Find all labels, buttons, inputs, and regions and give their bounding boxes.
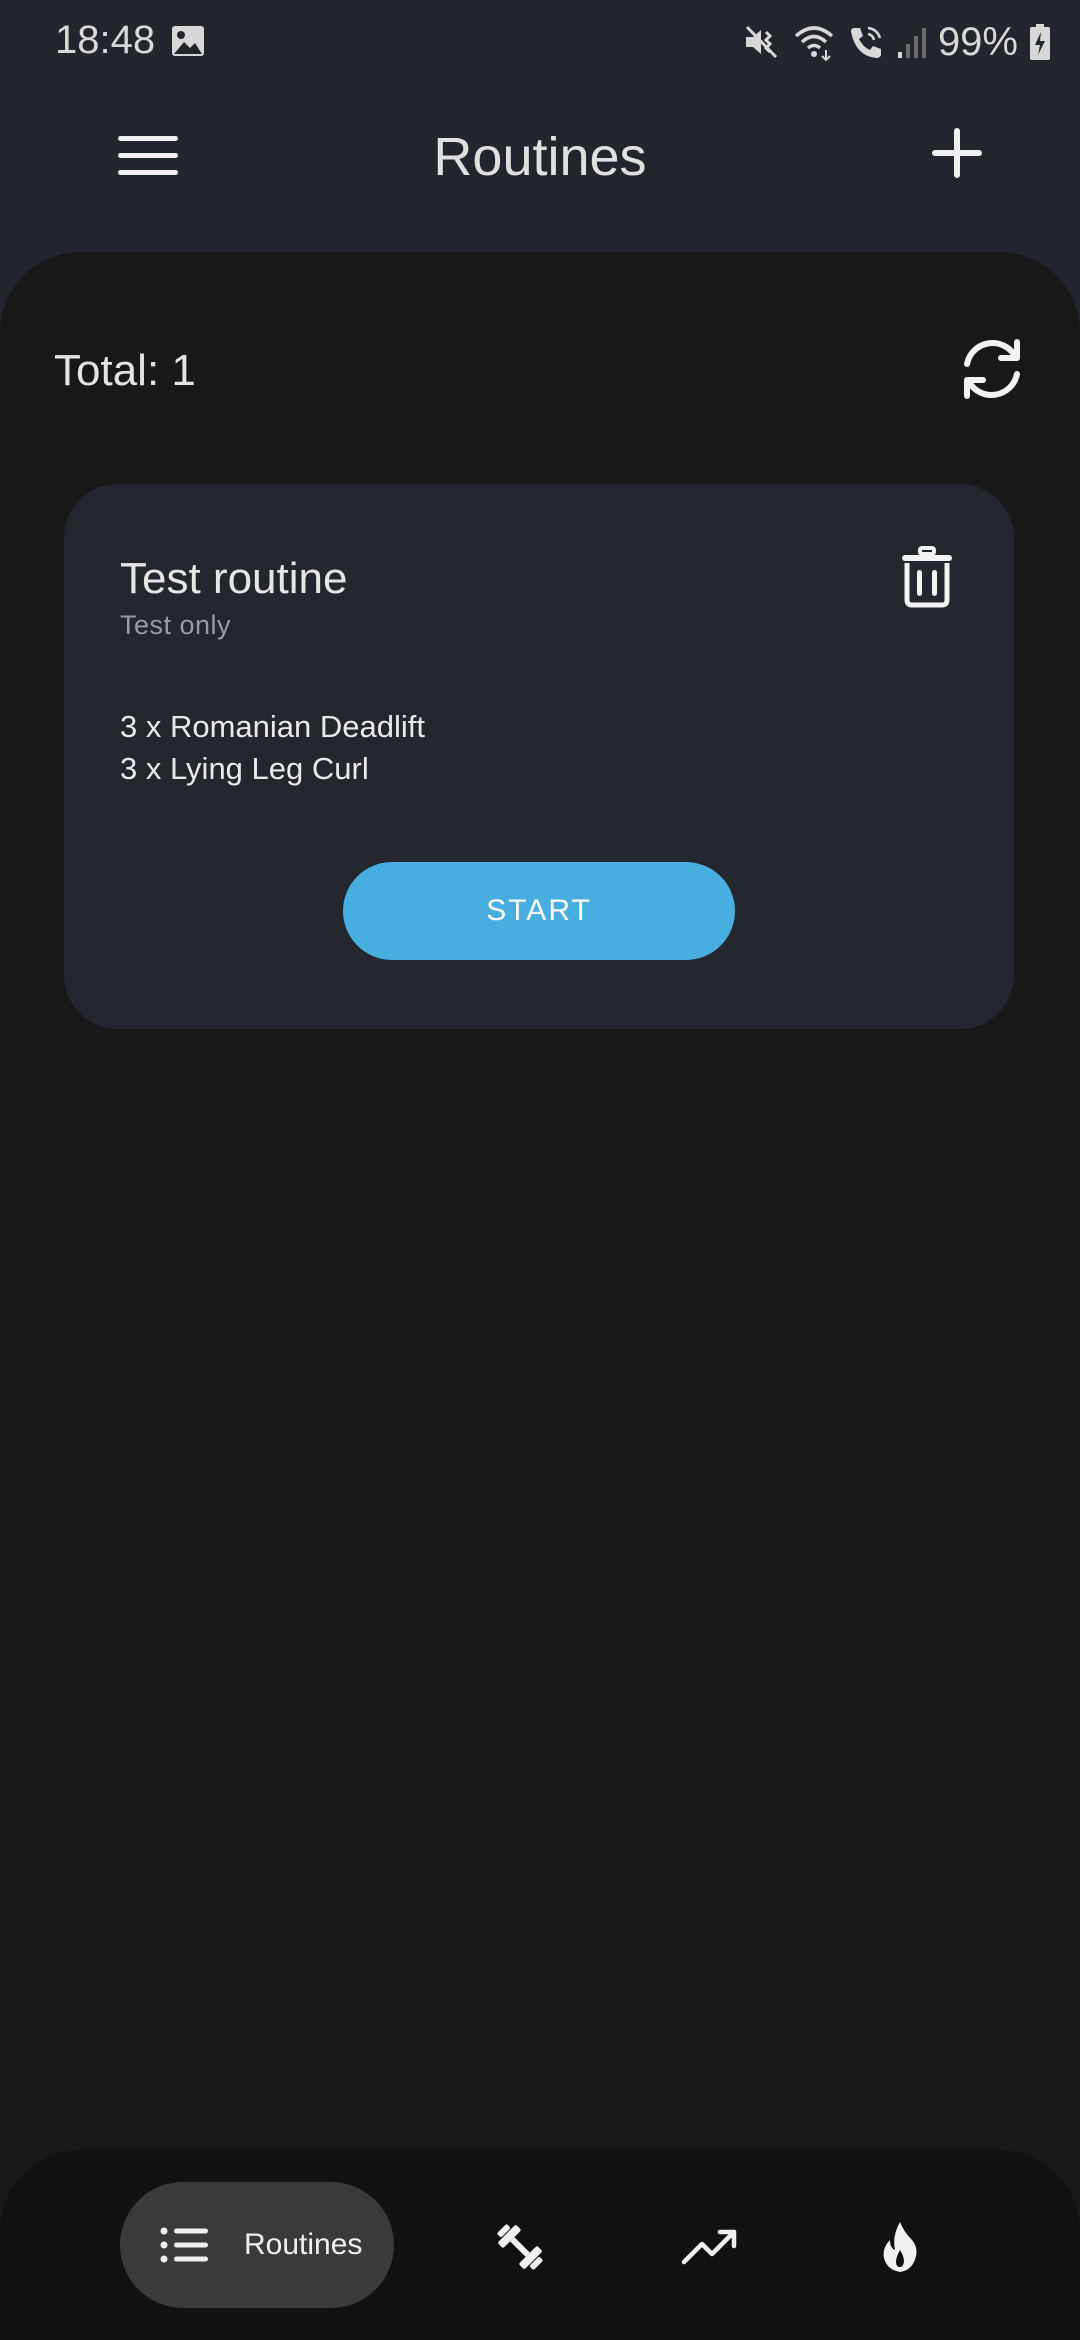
nav-item-streak[interactable] bbox=[870, 2220, 930, 2274]
mute-icon bbox=[742, 22, 782, 62]
content-sheet: Total: 1 Test routine Test only 3 x Roma… bbox=[0, 252, 1080, 2152]
wifi-call-icon bbox=[846, 22, 886, 62]
routines-screen: 18:48 99% Routines Total: 1 Test routine… bbox=[0, 0, 1080, 2340]
start-routine-button[interactable]: START bbox=[343, 862, 735, 960]
nav-item-progress[interactable] bbox=[680, 2220, 740, 2274]
status-time: 18:48 bbox=[55, 18, 156, 62]
routine-subtitle: Test only bbox=[120, 610, 232, 640]
gallery-icon bbox=[170, 24, 206, 58]
exercise-list: 3 x Romanian Deadlift 3 x Lying Leg Curl bbox=[120, 706, 425, 790]
page-title: Routines bbox=[433, 127, 647, 187]
routine-card[interactable]: Test routine Test only 3 x Romanian Dead… bbox=[64, 484, 1014, 1029]
plus-icon bbox=[932, 128, 982, 178]
dumbbell-icon bbox=[497, 2224, 543, 2270]
flame-icon bbox=[883, 2222, 917, 2272]
refresh-icon bbox=[964, 339, 1020, 399]
nav-label-routines: Routines bbox=[244, 2228, 363, 2261]
exercise-item: 3 x Romanian Deadlift bbox=[120, 709, 425, 744]
battery-percentage: 99% bbox=[937, 19, 1018, 64]
status-icons: 99% bbox=[742, 18, 1052, 66]
refresh-button[interactable] bbox=[955, 336, 1029, 402]
nav-item-workout[interactable] bbox=[490, 2220, 550, 2274]
bottom-navigation: Routines bbox=[0, 2150, 1080, 2340]
app-bar: Routines bbox=[0, 84, 1080, 234]
list-icon bbox=[160, 2227, 208, 2263]
signal-icon bbox=[896, 22, 928, 62]
trash-icon bbox=[902, 546, 952, 608]
routine-title: Test routine bbox=[120, 554, 348, 603]
nav-item-routines[interactable]: Routines bbox=[120, 2182, 394, 2308]
total-count: Total: 1 bbox=[54, 346, 196, 395]
add-routine-button[interactable] bbox=[932, 128, 982, 192]
status-bar: 18:48 99% bbox=[0, 0, 1080, 84]
battery-charging-icon bbox=[1028, 22, 1052, 62]
exercise-item: 3 x Lying Leg Curl bbox=[120, 751, 369, 786]
trending-up-icon bbox=[681, 2229, 737, 2265]
delete-routine-button[interactable] bbox=[900, 546, 954, 608]
wifi-icon bbox=[792, 22, 836, 62]
